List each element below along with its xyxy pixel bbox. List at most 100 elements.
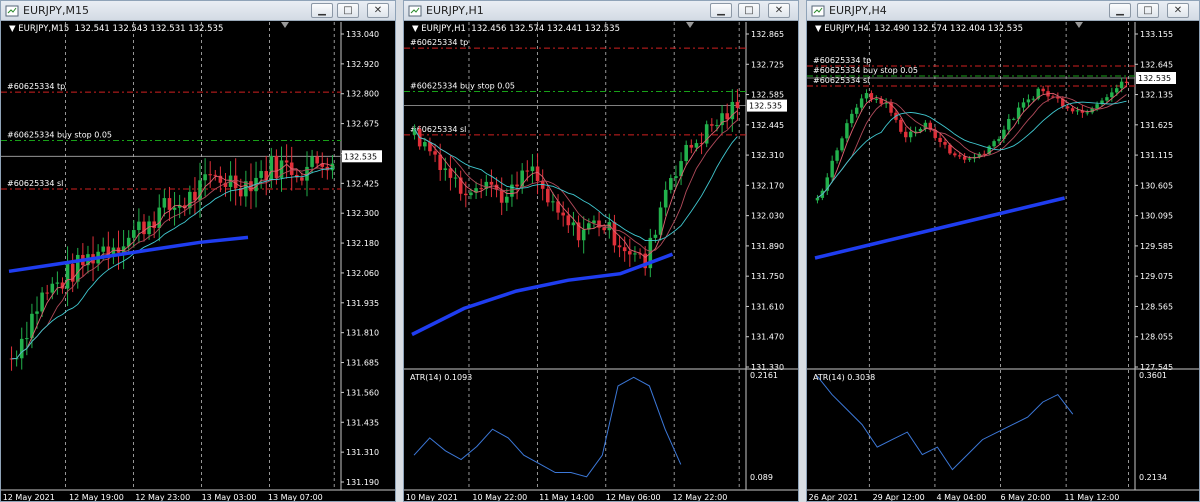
chart-window-h4[interactable]: EURJPY,H4 ▁ □ ✕ ▼ EURJPY,H4 132.490 132.… <box>806 0 1200 502</box>
candle-body <box>674 176 678 179</box>
price-tick-label: 133.040 <box>346 30 379 39</box>
price-tick-label: 131.935 <box>346 299 379 308</box>
indicator-max-label: 0.2161 <box>750 371 778 380</box>
price-tick-label: 133.155 <box>1140 30 1173 39</box>
candle-body <box>19 338 24 359</box>
stop-loss-line-label: #60625334 sl <box>813 76 869 85</box>
close-button[interactable]: ✕ <box>768 3 790 18</box>
candle-body <box>65 263 70 289</box>
atr-line <box>816 375 1074 471</box>
candle-body <box>694 143 699 148</box>
price-chart-m15[interactable]: 133.040132.920132.800132.675132.550132.4… <box>1 22 395 502</box>
candle-body <box>617 245 622 248</box>
indicator-max-label: 0.3601 <box>1139 371 1167 380</box>
price-tick-label: 132.725 <box>751 60 784 69</box>
candle-body <box>515 184 519 187</box>
candle-body <box>992 141 996 147</box>
candle-body <box>193 191 197 201</box>
candle-body <box>1021 102 1026 108</box>
candle-body <box>551 201 555 203</box>
indicator-label: ATR(14) 0.1093 <box>410 373 472 382</box>
title-bar[interactable]: EURJPY,M15 ▁ □ ✕ <box>1 1 395 21</box>
candle-body <box>561 212 565 216</box>
current-price-label: 132.535 <box>344 152 377 161</box>
candle-body <box>710 124 714 126</box>
indicator-label: ATR(14) 0.3038 <box>813 373 875 382</box>
minimize-button[interactable]: ▁ <box>1109 3 1131 18</box>
time-tick-label: 29 Apr 12:00 <box>873 493 925 502</box>
candle-body <box>162 198 167 208</box>
price-tick-label: 132.030 <box>751 212 784 221</box>
price-tick-label: 132.310 <box>751 151 784 160</box>
title-bar[interactable]: EURJPY,H4 ▁ □ ✕ <box>807 1 1199 21</box>
ma-mid-line <box>414 119 738 252</box>
minimize-button[interactable]: ▁ <box>311 3 333 18</box>
stop-loss-line-label: #60625334 sl <box>7 179 63 188</box>
candle-body <box>142 221 146 235</box>
candle-body <box>157 207 162 229</box>
price-chart-h4[interactable]: 133.155 132.645 132.135 131.625 131.115 130.6… <box>807 22 1199 502</box>
candle-body <box>997 138 1001 142</box>
chart-window-icon <box>408 5 422 17</box>
price-tick-label: 131.470 <box>751 333 784 342</box>
time-tick-label: 12 May 06:00 <box>606 493 661 502</box>
candle-body <box>233 175 238 189</box>
candle-body <box>1026 99 1031 103</box>
candle-body <box>469 192 473 196</box>
price-tick-label: 131.115 <box>1140 151 1173 160</box>
price-tick-label: 132.800 <box>346 90 379 99</box>
candle-body <box>330 163 335 171</box>
ma-slow-line <box>817 100 1127 199</box>
current-price-label: 132.535 <box>749 102 782 111</box>
maximize-button[interactable]: □ <box>337 3 359 18</box>
candle-body <box>1070 108 1075 112</box>
close-button[interactable]: ✕ <box>1167 3 1189 18</box>
candle-body <box>101 246 106 252</box>
maximize-button[interactable]: □ <box>738 3 760 18</box>
time-tick-label: 26 Apr 2021 <box>809 493 858 502</box>
candle-body <box>310 156 314 167</box>
minimize-button[interactable]: ▁ <box>710 3 732 18</box>
candle-body <box>663 189 668 208</box>
close-button[interactable]: ✕ <box>367 3 389 18</box>
candle-body <box>438 154 442 171</box>
price-tick-label: 132.585 <box>751 91 784 100</box>
time-tick-label: 12 May 2021 <box>3 493 55 502</box>
price-tick-label: 131.890 <box>751 242 784 251</box>
price-chart-h1[interactable]: 132.865 132.725 132.585 132.445 132.310 132.1… <box>404 22 798 502</box>
maximize-button[interactable]: □ <box>1137 3 1159 18</box>
price-tick-label: 131.685 <box>346 359 379 368</box>
price-tick-label: 131.560 <box>346 388 379 397</box>
candle-body <box>845 123 849 139</box>
candle-body <box>864 93 869 99</box>
candle-body <box>40 292 44 312</box>
candle-body <box>50 283 55 293</box>
candle-body <box>443 168 448 171</box>
chart-window-icon <box>5 5 19 17</box>
price-tick-label: 132.060 <box>346 269 379 278</box>
chart-window-h1[interactable]: EURJPY,H1 ▁ □ ✕ ▼ EURJPY,H1 132.456 132.… <box>403 0 799 502</box>
candle-body <box>854 107 859 114</box>
candle-body <box>433 151 437 155</box>
candle-body <box>137 221 141 231</box>
title-bar[interactable]: EURJPY,H1 ▁ □ ✕ <box>404 1 798 21</box>
time-tick-label: 12 May 23:00 <box>135 493 190 502</box>
chart-window-m15[interactable]: EURJPY,M15 ▁ □ ✕ ▼ EURJPY,M15 132.541 13… <box>0 0 396 502</box>
candle-body <box>1075 110 1080 112</box>
candle-body <box>203 174 207 181</box>
price-tick-label: 131.810 <box>346 329 379 338</box>
candle-body <box>1041 88 1045 92</box>
ma-fast-line <box>817 85 1127 199</box>
price-tick-label: 132.135 <box>1140 91 1173 100</box>
candle-body <box>1007 118 1011 130</box>
candle-body <box>499 189 504 203</box>
candle-body <box>612 222 617 246</box>
candle-body <box>315 156 319 164</box>
candle-body <box>1124 81 1129 83</box>
candle-body <box>938 137 942 143</box>
candle-body <box>840 138 844 151</box>
ma-long-line <box>814 196 1066 260</box>
time-tick-label: 13 May 07:00 <box>268 493 323 502</box>
price-tick-label: 131.435 <box>346 418 379 427</box>
shift-marker-icon <box>1075 22 1083 28</box>
